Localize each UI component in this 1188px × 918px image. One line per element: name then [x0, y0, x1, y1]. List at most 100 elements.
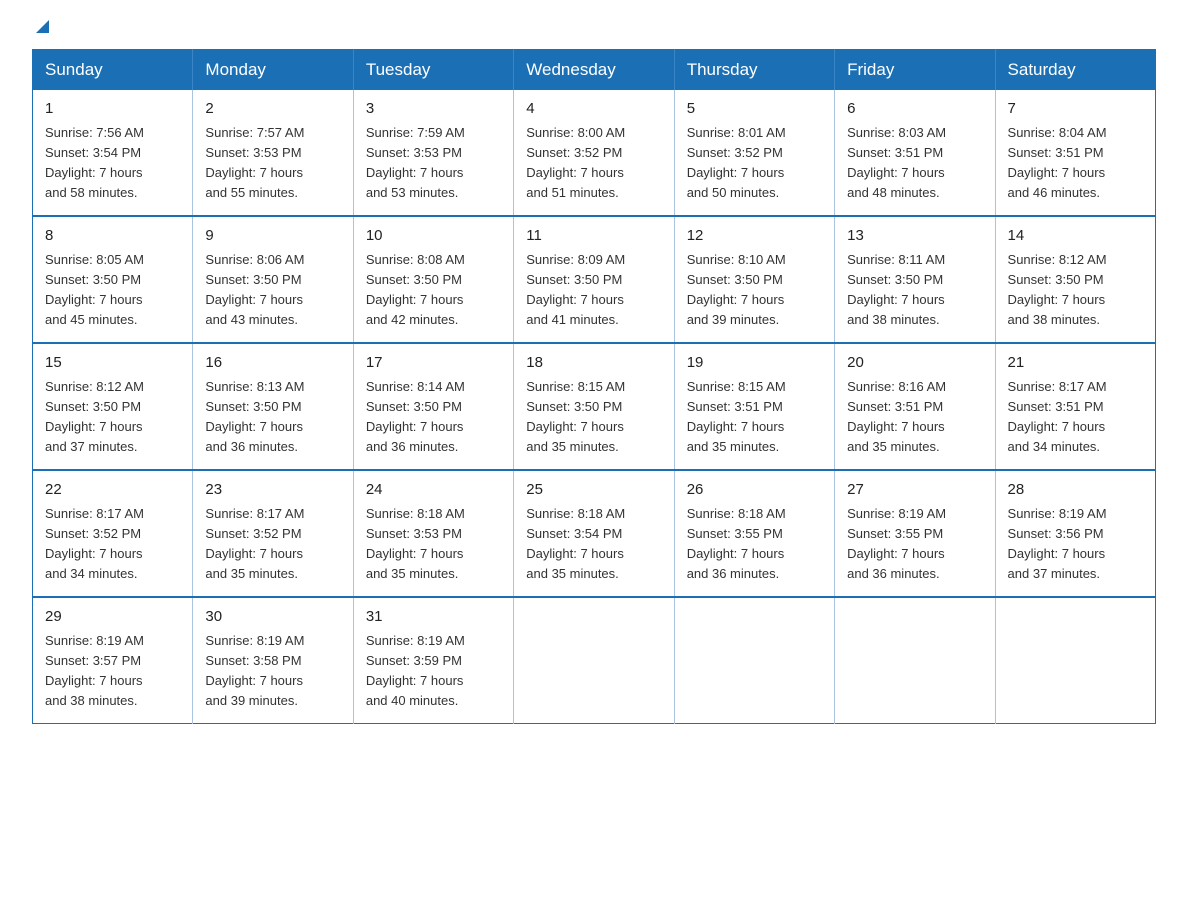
day-number: 18: [526, 352, 661, 375]
day-info: Sunrise: 8:14 AMSunset: 3:50 PMDaylight:…: [366, 377, 501, 458]
calendar-week-row: 29Sunrise: 8:19 AMSunset: 3:57 PMDayligh…: [33, 597, 1156, 724]
header-friday: Friday: [835, 50, 995, 91]
logo: [32, 24, 49, 37]
day-info: Sunrise: 8:08 AMSunset: 3:50 PMDaylight:…: [366, 250, 501, 331]
calendar-cell: 29Sunrise: 8:19 AMSunset: 3:57 PMDayligh…: [33, 597, 193, 724]
day-info: Sunrise: 7:59 AMSunset: 3:53 PMDaylight:…: [366, 123, 501, 204]
calendar-cell: 31Sunrise: 8:19 AMSunset: 3:59 PMDayligh…: [353, 597, 513, 724]
calendar-cell: 30Sunrise: 8:19 AMSunset: 3:58 PMDayligh…: [193, 597, 353, 724]
calendar-cell: 24Sunrise: 8:18 AMSunset: 3:53 PMDayligh…: [353, 470, 513, 597]
day-number: 31: [366, 606, 501, 629]
day-number: 14: [1008, 225, 1143, 248]
page-header: [0, 0, 1188, 49]
day-info: Sunrise: 8:19 AMSunset: 3:59 PMDaylight:…: [366, 631, 501, 712]
day-info: Sunrise: 8:11 AMSunset: 3:50 PMDaylight:…: [847, 250, 982, 331]
calendar-cell: 10Sunrise: 8:08 AMSunset: 3:50 PMDayligh…: [353, 216, 513, 343]
day-info: Sunrise: 8:03 AMSunset: 3:51 PMDaylight:…: [847, 123, 982, 204]
day-info: Sunrise: 8:17 AMSunset: 3:52 PMDaylight:…: [205, 504, 340, 585]
day-info: Sunrise: 8:10 AMSunset: 3:50 PMDaylight:…: [687, 250, 822, 331]
calendar-cell: 11Sunrise: 8:09 AMSunset: 3:50 PMDayligh…: [514, 216, 674, 343]
calendar-cell: 15Sunrise: 8:12 AMSunset: 3:50 PMDayligh…: [33, 343, 193, 470]
calendar-week-row: 15Sunrise: 8:12 AMSunset: 3:50 PMDayligh…: [33, 343, 1156, 470]
day-info: Sunrise: 8:04 AMSunset: 3:51 PMDaylight:…: [1008, 123, 1143, 204]
calendar-cell: 7Sunrise: 8:04 AMSunset: 3:51 PMDaylight…: [995, 90, 1155, 216]
day-number: 4: [526, 98, 661, 121]
day-info: Sunrise: 8:01 AMSunset: 3:52 PMDaylight:…: [687, 123, 822, 204]
day-number: 13: [847, 225, 982, 248]
calendar-cell: 18Sunrise: 8:15 AMSunset: 3:50 PMDayligh…: [514, 343, 674, 470]
day-info: Sunrise: 8:19 AMSunset: 3:55 PMDaylight:…: [847, 504, 982, 585]
day-number: 8: [45, 225, 180, 248]
day-number: 3: [366, 98, 501, 121]
day-info: Sunrise: 8:12 AMSunset: 3:50 PMDaylight:…: [1008, 250, 1143, 331]
day-number: 26: [687, 479, 822, 502]
day-info: Sunrise: 8:00 AMSunset: 3:52 PMDaylight:…: [526, 123, 661, 204]
day-number: 23: [205, 479, 340, 502]
calendar-cell: 12Sunrise: 8:10 AMSunset: 3:50 PMDayligh…: [674, 216, 834, 343]
day-info: Sunrise: 8:19 AMSunset: 3:56 PMDaylight:…: [1008, 504, 1143, 585]
calendar-cell: 27Sunrise: 8:19 AMSunset: 3:55 PMDayligh…: [835, 470, 995, 597]
day-number: 15: [45, 352, 180, 375]
day-info: Sunrise: 8:05 AMSunset: 3:50 PMDaylight:…: [45, 250, 180, 331]
header-monday: Monday: [193, 50, 353, 91]
day-number: 19: [687, 352, 822, 375]
calendar-cell: 3Sunrise: 7:59 AMSunset: 3:53 PMDaylight…: [353, 90, 513, 216]
calendar-cell: 2Sunrise: 7:57 AMSunset: 3:53 PMDaylight…: [193, 90, 353, 216]
day-info: Sunrise: 7:57 AMSunset: 3:53 PMDaylight:…: [205, 123, 340, 204]
calendar-cell: [514, 597, 674, 724]
day-info: Sunrise: 8:17 AMSunset: 3:51 PMDaylight:…: [1008, 377, 1143, 458]
calendar-week-row: 1Sunrise: 7:56 AMSunset: 3:54 PMDaylight…: [33, 90, 1156, 216]
day-number: 24: [366, 479, 501, 502]
calendar-table: SundayMondayTuesdayWednesdayThursdayFrid…: [32, 49, 1156, 724]
day-info: Sunrise: 8:18 AMSunset: 3:55 PMDaylight:…: [687, 504, 822, 585]
day-number: 29: [45, 606, 180, 629]
day-info: Sunrise: 8:06 AMSunset: 3:50 PMDaylight:…: [205, 250, 340, 331]
day-number: 30: [205, 606, 340, 629]
day-info: Sunrise: 8:13 AMSunset: 3:50 PMDaylight:…: [205, 377, 340, 458]
day-number: 20: [847, 352, 982, 375]
day-number: 10: [366, 225, 501, 248]
calendar-cell: 16Sunrise: 8:13 AMSunset: 3:50 PMDayligh…: [193, 343, 353, 470]
day-info: Sunrise: 8:18 AMSunset: 3:54 PMDaylight:…: [526, 504, 661, 585]
calendar-week-row: 8Sunrise: 8:05 AMSunset: 3:50 PMDaylight…: [33, 216, 1156, 343]
day-number: 25: [526, 479, 661, 502]
calendar-cell: 25Sunrise: 8:18 AMSunset: 3:54 PMDayligh…: [514, 470, 674, 597]
day-number: 1: [45, 98, 180, 121]
day-number: 28: [1008, 479, 1143, 502]
day-info: Sunrise: 8:09 AMSunset: 3:50 PMDaylight:…: [526, 250, 661, 331]
day-number: 5: [687, 98, 822, 121]
day-info: Sunrise: 8:18 AMSunset: 3:53 PMDaylight:…: [366, 504, 501, 585]
calendar-cell: 5Sunrise: 8:01 AMSunset: 3:52 PMDaylight…: [674, 90, 834, 216]
header-tuesday: Tuesday: [353, 50, 513, 91]
header-sunday: Sunday: [33, 50, 193, 91]
calendar-cell: 19Sunrise: 8:15 AMSunset: 3:51 PMDayligh…: [674, 343, 834, 470]
day-info: Sunrise: 8:15 AMSunset: 3:51 PMDaylight:…: [687, 377, 822, 458]
day-info: Sunrise: 8:15 AMSunset: 3:50 PMDaylight:…: [526, 377, 661, 458]
header-wednesday: Wednesday: [514, 50, 674, 91]
day-info: Sunrise: 8:19 AMSunset: 3:58 PMDaylight:…: [205, 631, 340, 712]
calendar-cell: [674, 597, 834, 724]
day-number: 12: [687, 225, 822, 248]
calendar-cell: 6Sunrise: 8:03 AMSunset: 3:51 PMDaylight…: [835, 90, 995, 216]
day-number: 22: [45, 479, 180, 502]
day-number: 11: [526, 225, 661, 248]
calendar-cell: 1Sunrise: 7:56 AMSunset: 3:54 PMDaylight…: [33, 90, 193, 216]
day-number: 6: [847, 98, 982, 121]
day-info: Sunrise: 8:17 AMSunset: 3:52 PMDaylight:…: [45, 504, 180, 585]
calendar-cell: 14Sunrise: 8:12 AMSunset: 3:50 PMDayligh…: [995, 216, 1155, 343]
day-info: Sunrise: 8:16 AMSunset: 3:51 PMDaylight:…: [847, 377, 982, 458]
calendar-cell: 9Sunrise: 8:06 AMSunset: 3:50 PMDaylight…: [193, 216, 353, 343]
header-thursday: Thursday: [674, 50, 834, 91]
calendar-cell: 23Sunrise: 8:17 AMSunset: 3:52 PMDayligh…: [193, 470, 353, 597]
day-number: 2: [205, 98, 340, 121]
day-number: 9: [205, 225, 340, 248]
calendar-cell: 21Sunrise: 8:17 AMSunset: 3:51 PMDayligh…: [995, 343, 1155, 470]
calendar-header-row: SundayMondayTuesdayWednesdayThursdayFrid…: [33, 50, 1156, 91]
day-number: 27: [847, 479, 982, 502]
calendar-cell: 4Sunrise: 8:00 AMSunset: 3:52 PMDaylight…: [514, 90, 674, 216]
logo-arrow-icon: [36, 20, 49, 33]
header-saturday: Saturday: [995, 50, 1155, 91]
day-number: 17: [366, 352, 501, 375]
day-info: Sunrise: 7:56 AMSunset: 3:54 PMDaylight:…: [45, 123, 180, 204]
calendar-cell: 13Sunrise: 8:11 AMSunset: 3:50 PMDayligh…: [835, 216, 995, 343]
